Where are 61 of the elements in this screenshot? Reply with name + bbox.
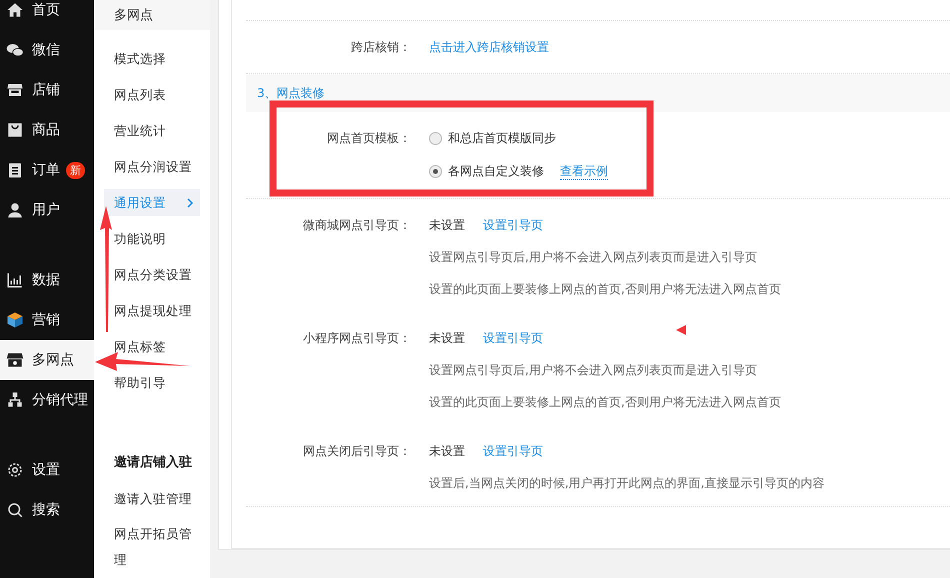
- bag-icon: [6, 121, 24, 139]
- field-label: 网点首页模板：: [326, 130, 411, 147]
- radio-option[interactable]: 各网点自定义装修: [429, 160, 544, 182]
- submenu-item[interactable]: 网点列表: [104, 81, 200, 108]
- chat-icon: [6, 41, 24, 59]
- clipboard-icon: [6, 161, 24, 179]
- hint-text: 设置后,当网点关闭的时候,用户再打开此网点的界面,直接显示引导页的内容: [429, 475, 824, 492]
- triangle-marker: [676, 325, 686, 335]
- shop-icon: [6, 351, 24, 369]
- submenu-item[interactable]: 网点标签: [104, 333, 200, 360]
- sidebar-item[interactable]: 搜索: [0, 490, 94, 530]
- setup-link[interactable]: 设置引导页: [483, 327, 543, 349]
- example-link[interactable]: 查看示例: [560, 162, 608, 180]
- sidebar-item[interactable]: 多网点: [0, 340, 94, 380]
- new-badge: 新: [66, 162, 85, 178]
- hint-text: 设置的此页面上要装修上网点的首页,否则用户将无法进入网点首页: [429, 394, 781, 411]
- submenu-item[interactable]: 网点分类设置: [104, 261, 200, 288]
- hint-text: 设置的此页面上要装修上网点的首页,否则用户将无法进入网点首页: [429, 281, 781, 298]
- sidebar-item[interactable]: 营销: [0, 300, 94, 340]
- section-header: 3、网点装修: [246, 74, 950, 112]
- sidebar-item[interactable]: 用户: [0, 190, 94, 230]
- setup-link[interactable]: 设置引导页: [483, 440, 543, 462]
- chart-icon: [6, 271, 24, 289]
- sidebar-item[interactable]: 商品: [0, 110, 94, 150]
- field-label: 网点关闭后引导页：: [302, 443, 411, 460]
- status-text: 未设置: [429, 330, 465, 347]
- hint-text: 设置网点引导页后,用户将不会进入网点列表页而是进入引导页: [429, 249, 757, 266]
- sidebar-item[interactable]: 首页: [0, 0, 94, 30]
- submenu-title: 多网点: [94, 0, 210, 30]
- sidebar-item[interactable]: 订单 新: [0, 150, 94, 190]
- sidebar-item[interactable]: 设置: [0, 450, 94, 490]
- status-text: 未设置: [429, 217, 465, 234]
- sidebar-item[interactable]: 微信: [0, 30, 94, 70]
- field-label: 微商城网点引导页：: [302, 217, 411, 234]
- submenu-item[interactable]: 邀请入驻管理: [104, 485, 200, 512]
- store-icon: [6, 81, 24, 99]
- hint-text: 设置网点引导页后,用户将不会进入网点列表页而是进入引导页: [429, 362, 757, 379]
- submenu-heading: 邀请店铺入驻: [113, 454, 193, 472]
- field-label: 跨店核销：: [350, 39, 411, 56]
- sidebar-item[interactable]: 数据: [0, 260, 94, 300]
- setup-link[interactable]: 设置引导页: [483, 214, 543, 236]
- settings-link[interactable]: 点击进入跨店核销设置: [429, 36, 549, 58]
- radio-option[interactable]: 和总店首页模版同步: [429, 127, 556, 149]
- cube-icon: [6, 311, 24, 329]
- submenu-item[interactable]: 网点分润设置: [104, 153, 200, 180]
- submenu-item[interactable]: 营业统计: [104, 117, 200, 144]
- submenu-item[interactable]: 帮助引导: [104, 369, 200, 396]
- settings-icon: [6, 461, 24, 479]
- user-icon: [6, 201, 24, 219]
- chevron-icon: [186, 198, 194, 208]
- submenu-item[interactable]: 功能说明: [104, 225, 200, 252]
- home-icon: [6, 1, 24, 19]
- submenu-item[interactable]: 网点提现处理: [104, 297, 200, 324]
- sidebar-item[interactable]: 店铺: [0, 70, 94, 110]
- submenu-item[interactable]: 模式选择: [104, 45, 200, 72]
- search-icon: [6, 501, 24, 519]
- sidebar-item[interactable]: 分销代理: [0, 380, 94, 420]
- hierarchy-icon: [6, 391, 24, 409]
- status-text: 未设置: [429, 443, 465, 460]
- submenu-item[interactable]: 网点开拓员管理: [104, 521, 200, 573]
- field-label: 小程序网点引导页：: [302, 330, 411, 347]
